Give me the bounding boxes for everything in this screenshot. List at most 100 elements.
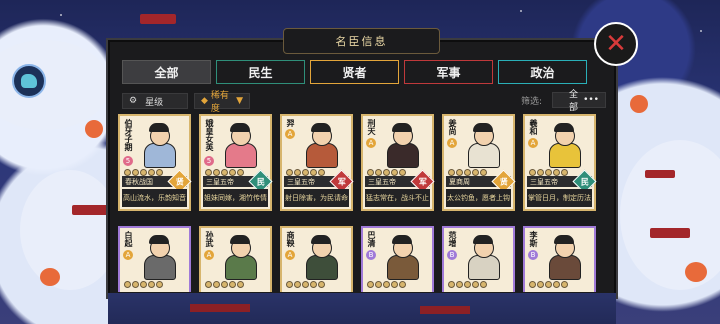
temple-roof <box>650 228 690 238</box>
temple-roof <box>645 170 675 178</box>
minister-card[interactable]: 商鞅 A <box>280 226 353 292</box>
star-icon <box>302 169 309 176</box>
minister-card[interactable]: 孙武 A <box>199 226 272 292</box>
tab-military[interactable]: 军事 <box>404 60 493 84</box>
temple-roof <box>140 14 176 24</box>
minister-name: 巴清 <box>367 231 376 247</box>
star-icon <box>213 281 220 288</box>
star-icon <box>480 281 487 288</box>
minister-card[interactable]: 白起 A <box>118 226 191 292</box>
rank-badge: 5 <box>123 156 133 166</box>
rarity-sort-label: 稀有度 <box>210 91 229 114</box>
minister-card[interactable]: 刑天 A 三皇五帝军猛志常在，战斗不止 <box>361 114 435 211</box>
rank-badge: A <box>285 250 295 260</box>
star-icon <box>399 169 406 176</box>
star-icon <box>545 169 552 176</box>
minister-name: 姜尚 <box>448 119 457 135</box>
tab-all[interactable]: 全部 <box>122 60 211 84</box>
minister-portrait <box>134 122 186 168</box>
star-icon <box>237 281 244 288</box>
star-icon <box>529 281 536 288</box>
snow-hill <box>20 170 120 290</box>
star-icon <box>294 281 301 288</box>
star-dot <box>700 30 702 32</box>
minister-name: 范增 <box>448 231 457 247</box>
star-icon <box>318 169 325 176</box>
star-rating <box>367 281 429 288</box>
star-icon <box>310 169 317 176</box>
minister-grid: 伯牙子期 5 春秋战国贤高山流水，乐韵知音 娥皇女英 5 三皇五帝民姐妹同嫁，湘竹传情羿 A… <box>118 114 606 292</box>
minister-portrait <box>296 122 348 168</box>
star-icon <box>318 281 325 288</box>
avatar-button[interactable] <box>12 64 46 98</box>
star-icon <box>456 281 463 288</box>
minister-card[interactable]: 李斯 B <box>523 226 596 292</box>
minister-quote: 掌管日月，制定历法 <box>527 189 592 207</box>
star-icon <box>156 281 163 288</box>
rank-badge: A <box>285 129 295 139</box>
star-icon <box>472 169 479 176</box>
star-icon <box>553 281 560 288</box>
minister-card[interactable]: 姜尚 A 夏商周贤太公钓鱼，愿者上钩 <box>442 114 516 211</box>
star-icon <box>286 169 293 176</box>
filter-value: 全部 <box>569 90 579 113</box>
star-icon <box>391 281 398 288</box>
temple-roof <box>420 306 470 314</box>
rank-badge: B <box>447 250 457 260</box>
star-icon <box>448 169 455 176</box>
star-icon <box>375 169 382 176</box>
rank-badge: A <box>204 250 214 260</box>
minister-card[interactable]: 娥皇女英 5 三皇五帝民姐妹同嫁，湘竹传情 <box>199 114 273 211</box>
minister-card[interactable]: 范增 B <box>442 226 515 292</box>
star-icon <box>140 169 147 176</box>
tab-politics[interactable]: 政治 <box>498 60 587 84</box>
minister-card[interactable]: 羿 A 三皇五帝军射日除害，为民请命 <box>280 114 354 211</box>
star-icon <box>205 169 212 176</box>
star-rating <box>124 281 186 288</box>
minister-name: 伯牙子期 <box>124 119 133 151</box>
category-label: 军 <box>418 177 427 186</box>
star-icon <box>545 281 552 288</box>
minister-card[interactable]: 巴清 B <box>361 226 434 292</box>
star-icon <box>367 281 374 288</box>
star-icon <box>286 281 293 288</box>
star-rating <box>448 281 510 288</box>
star-icon <box>132 281 139 288</box>
minister-card[interactable]: 伯牙子期 5 春秋战国贤高山流水，乐韵知音 <box>118 114 192 211</box>
star-icon <box>464 169 471 176</box>
star-icon <box>561 281 568 288</box>
star-dot <box>520 10 522 12</box>
star-icon <box>148 169 155 176</box>
filter-label: 筛选: <box>521 97 543 107</box>
star-icon <box>213 169 220 176</box>
gear-icon: ⚙ <box>129 96 138 106</box>
minister-portrait <box>134 234 186 280</box>
star-icon <box>221 281 228 288</box>
minister-quote: 姐妹同嫁，湘竹传情 <box>203 189 268 207</box>
star-sort-button[interactable]: ⚙ 星级 <box>122 93 188 109</box>
minister-portrait <box>215 234 267 280</box>
star-icon <box>561 169 568 176</box>
minister-card[interactable]: 羲和 A 三皇五帝民掌管日月，制定历法 <box>523 114 597 211</box>
close-button[interactable]: ✕ <box>594 22 638 66</box>
minister-quote: 射日除害，为民请命 <box>284 189 349 207</box>
minister-portrait <box>458 122 510 168</box>
tab-sage[interactable]: 贤者 <box>310 60 399 84</box>
minister-portrait <box>539 122 591 168</box>
temple-roof <box>190 304 250 312</box>
category-label: 贤 <box>175 177 184 186</box>
autumn-tree <box>630 95 648 113</box>
star-sort-label: 星级 <box>145 97 164 108</box>
rarity-sort-button[interactable]: ◆ 稀有度 ▼ <box>194 91 250 114</box>
category-label: 贤 <box>499 177 508 186</box>
temple-roof <box>72 205 112 215</box>
rank-badge: A <box>528 138 538 148</box>
star-icon <box>237 169 244 176</box>
filter-dropdown[interactable]: 全部 ••• <box>552 90 606 113</box>
star-icon <box>456 169 463 176</box>
tab-livelihood[interactable]: 民生 <box>216 60 305 84</box>
minister-name: 商鞅 <box>286 231 295 247</box>
star-icon <box>367 169 374 176</box>
star-icon <box>294 169 301 176</box>
diamond-icon: ◆ <box>201 96 208 106</box>
